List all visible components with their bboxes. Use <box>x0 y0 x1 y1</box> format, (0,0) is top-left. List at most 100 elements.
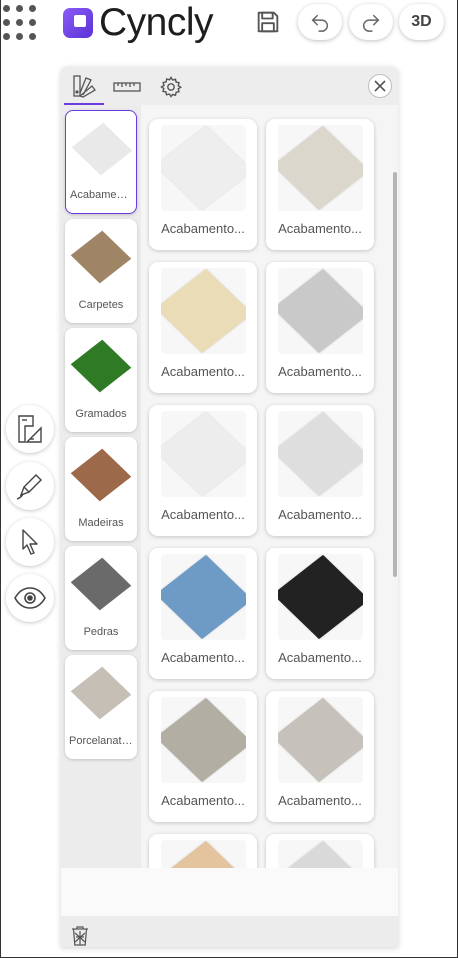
save-button[interactable] <box>248 4 288 40</box>
ruler-icon <box>113 82 141 92</box>
draw-tool-button[interactable] <box>6 462 54 510</box>
redo-icon <box>363 14 380 32</box>
category-label: Gramados <box>75 408 127 420</box>
category-label: Acabamentos <box>70 189 136 201</box>
material-label: Acabamento... <box>161 793 245 808</box>
app-logo: Cyncly <box>63 1 214 44</box>
category-item[interactable]: Porcelanatos <box>65 655 137 759</box>
material-tile-swatch <box>278 554 363 640</box>
apps-grid-icon[interactable] <box>3 4 41 42</box>
category-item[interactable]: Carpetes <box>65 219 137 323</box>
logo-mark-icon <box>63 8 93 38</box>
material-label: Acabamento... <box>278 221 362 236</box>
material-label: Acabamento... <box>278 507 362 522</box>
material-card[interactable]: Acabamento... <box>266 405 374 536</box>
material-label: Acabamento... <box>278 650 362 665</box>
material-card[interactable]: Acabamento... <box>266 691 374 822</box>
material-tile-swatch <box>278 411 363 497</box>
panel-header <box>61 67 398 105</box>
material-card[interactable]: Acabamento... <box>266 548 374 679</box>
material-card[interactable] <box>266 834 374 868</box>
material-preview <box>278 125 363 211</box>
material-preview <box>278 268 363 354</box>
panel-empty-area <box>61 868 398 916</box>
gear-icon <box>160 76 182 98</box>
category-thumbnail <box>70 557 132 611</box>
material-tile-swatch <box>161 268 246 354</box>
view-3d-button[interactable]: 3D <box>399 4 444 40</box>
floor-plan-icon <box>18 415 42 443</box>
undo-button[interactable] <box>298 4 342 40</box>
material-tile-swatch <box>161 697 246 783</box>
materials-panel: Acabamentos Carpetes Gramados Madeiras Pedra… <box>61 67 398 947</box>
material-label: Acabamento... <box>161 221 245 236</box>
category-item[interactable]: Pedras <box>65 546 137 650</box>
material-label: Acabamento... <box>161 364 245 379</box>
tab-materials[interactable] <box>64 69 104 105</box>
product-grid-scrollbar[interactable] <box>393 172 397 577</box>
category-item[interactable]: Acabamentos <box>65 110 137 214</box>
product-grid: Acabamento... Acabamento... Acabamento... A… <box>141 105 398 868</box>
material-tile-swatch <box>161 125 246 211</box>
material-label: Acabamento... <box>278 793 362 808</box>
save-icon <box>257 11 279 33</box>
material-card[interactable]: Acabamento... <box>149 119 257 250</box>
panel-footer <box>61 916 398 947</box>
material-tile-swatch <box>161 554 246 640</box>
material-tile-swatch <box>278 125 363 211</box>
material-preview <box>278 554 363 640</box>
material-tile-swatch <box>278 840 363 868</box>
material-label: Acabamento... <box>161 507 245 522</box>
floor-plan-tool-button[interactable] <box>6 405 54 453</box>
category-label: Porcelanatos <box>69 735 134 747</box>
close-panel-button[interactable] <box>368 74 392 98</box>
visibility-tool-button[interactable] <box>6 574 54 622</box>
logo-text: Cyncly <box>99 1 214 44</box>
material-preview <box>161 554 246 640</box>
material-preview <box>278 411 363 497</box>
category-label: Madeiras <box>78 517 124 529</box>
material-preview <box>161 125 246 211</box>
material-preview <box>161 268 246 354</box>
category-thumbnail <box>70 448 132 502</box>
category-thumbnail <box>70 230 132 284</box>
material-card[interactable]: Acabamento... <box>149 262 257 393</box>
pointer-icon <box>22 529 38 555</box>
eye-icon <box>14 587 46 609</box>
material-card[interactable]: Acabamento... <box>149 548 257 679</box>
material-label: Acabamento... <box>278 364 362 379</box>
category-item[interactable]: Madeiras <box>65 437 137 541</box>
material-tile-swatch <box>278 697 363 783</box>
material-tile-swatch <box>278 268 363 354</box>
category-thumbnail <box>70 339 132 393</box>
material-preview <box>161 697 246 783</box>
category-label: Pedras <box>83 626 119 638</box>
material-label: Acabamento... <box>161 650 245 665</box>
delete-button[interactable] <box>70 925 90 947</box>
material-preview <box>278 840 363 868</box>
material-card[interactable]: Acabamento... <box>266 119 374 250</box>
trash-icon <box>72 926 88 946</box>
material-card[interactable]: Acabamento... <box>149 691 257 822</box>
category-label: Carpetes <box>78 299 124 311</box>
material-preview <box>278 697 363 783</box>
material-card[interactable] <box>149 834 257 868</box>
material-preview <box>161 840 246 868</box>
material-preview <box>161 411 246 497</box>
tab-measurements[interactable] <box>107 69 147 105</box>
category-list: Acabamentos Carpetes Gramados Madeiras Pedra… <box>61 105 141 868</box>
select-tool-button[interactable] <box>6 518 54 566</box>
undo-icon <box>311 14 328 32</box>
pencil-icon <box>16 474 42 500</box>
material-tile-swatch <box>161 411 246 497</box>
material-card[interactable]: Acabamento... <box>266 262 374 393</box>
material-card[interactable]: Acabamento... <box>149 405 257 536</box>
category-item[interactable]: Gramados <box>65 328 137 432</box>
close-icon <box>374 80 386 92</box>
category-thumbnail <box>70 666 132 720</box>
tab-settings[interactable] <box>151 69 191 105</box>
category-thumbnail <box>71 122 133 176</box>
swatches-icon <box>73 75 96 98</box>
material-tile-swatch <box>161 840 246 868</box>
redo-button[interactable] <box>349 4 393 40</box>
